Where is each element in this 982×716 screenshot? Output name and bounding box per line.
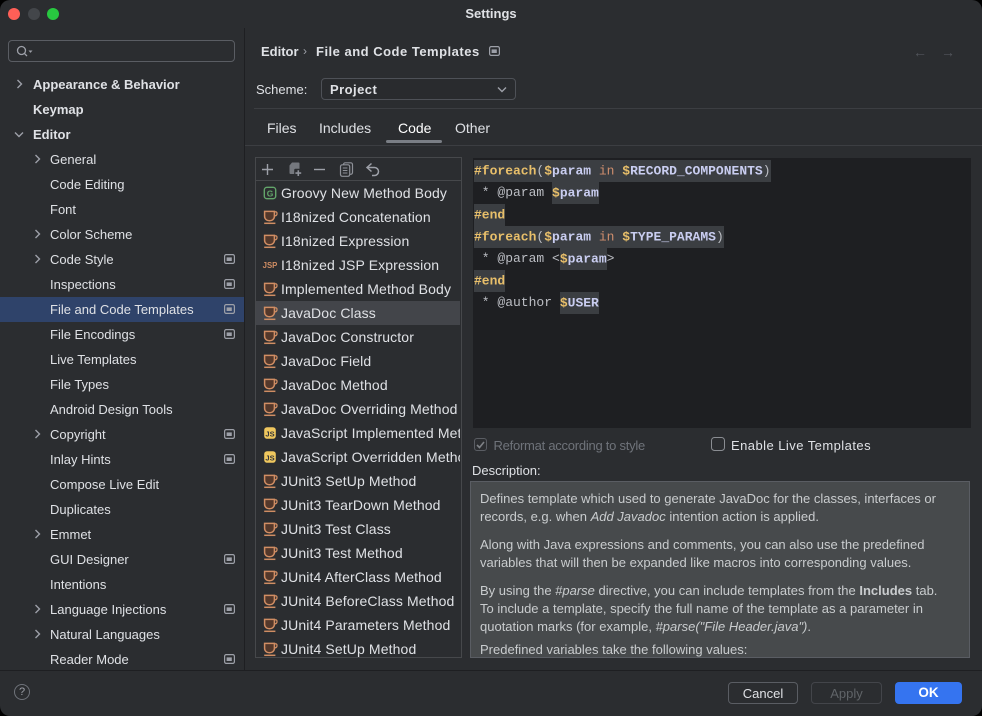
svg-text:JSP: JSP (263, 261, 278, 270)
svg-text:JS: JS (265, 429, 274, 438)
svg-text:JS: JS (265, 453, 274, 462)
svg-text:G: G (267, 188, 274, 198)
